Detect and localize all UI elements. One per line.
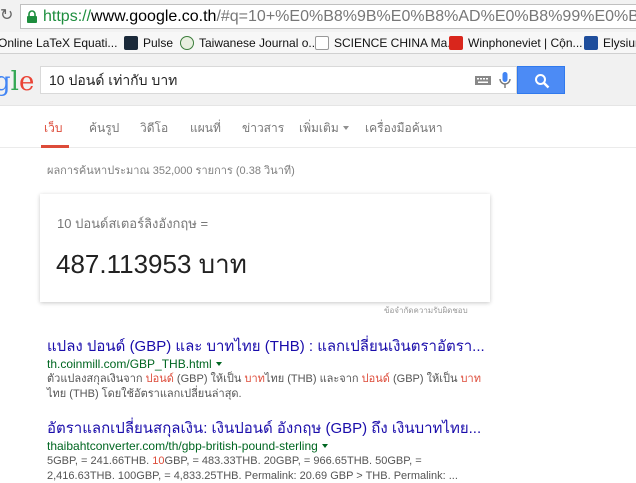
url-host: www.google.co.th — [91, 8, 217, 25]
chevron-down-icon[interactable] — [321, 444, 328, 448]
browser-page: ↻ https://www.google.co.th/#q=10+%E0%B8%… — [0, 0, 636, 483]
bookmark-label: Online LaTeX Equati... — [0, 36, 118, 50]
search-header: gle 10 ปอนด์ เท่ากับ บาท — [0, 54, 636, 106]
result-url-text: thaibahtconverter.com/th/gbp-british-pou… — [47, 439, 318, 453]
result-url-1[interactable]: th.coinmill.com/GBP_THB.html — [47, 357, 222, 371]
search-tabs: เว็บ ค้นรูป วิดีโอ แผนที่ ข่าวสาร เพิ่มเ… — [0, 106, 636, 148]
url-scheme: https:// — [43, 8, 92, 25]
tab-more[interactable]: เพิ่มเติม — [299, 120, 349, 136]
chevron-down-icon[interactable] — [215, 362, 222, 366]
result-snippet-2-line-2: 2,416.63THB. 100GBP, = 4,833.25THB. Perm… — [47, 470, 458, 482]
microphone-icon[interactable] — [499, 72, 511, 89]
result-title-2[interactable]: อัตราแลกเปลี่ยนสกุลเงิน: เงินปอนด์ อังกฤ… — [47, 420, 481, 438]
result-stats: ผลการค้นหาประมาณ 352,000 รายการ (0.38 วิ… — [47, 165, 295, 177]
bookmark-elysium[interactable]: Elysium — [584, 35, 636, 51]
converter-question: 10 ปอนด์สเตอร์ลิงอังกฤษ = — [57, 216, 209, 231]
keyboard-icon[interactable] — [475, 76, 491, 85]
bookmarks-bar: Online LaTeX Equati... Pulse Taiwanese J… — [0, 32, 636, 54]
document-icon — [315, 36, 329, 50]
pulse-icon — [124, 36, 138, 50]
tab-web[interactable]: เว็บ — [44, 120, 62, 136]
search-query[interactable]: 10 ปอนด์ เท่ากับ บาท — [49, 72, 177, 88]
search-button[interactable] — [517, 66, 565, 94]
result-url-text: th.coinmill.com/GBP_THB.html — [47, 357, 212, 371]
chevron-down-icon — [342, 126, 349, 130]
bookmark-science-china[interactable]: SCIENCE CHINA Ma... — [315, 35, 457, 51]
result-title-1[interactable]: แปลง ปอนด์ (GBP) และ บาทไทย (THB) : แลกเ… — [47, 338, 485, 356]
lock-icon — [27, 10, 37, 23]
bookmark-taiwanese-journal[interactable]: Taiwanese Journal o... — [180, 35, 318, 51]
search-icon — [535, 74, 550, 89]
result-snippet-1-line-1: ตัวแปลงสกุลเงินจาก ปอนด์ (GBP) ให้เป็น บ… — [47, 373, 481, 385]
tab-videos[interactable]: วิดีโอ — [140, 120, 168, 136]
bookmark-label: Elysium — [603, 36, 636, 50]
url-path: /#q=10+%E0%B8%9B%E0%B8%AD%E0%B8%99%E0%B8… — [216, 8, 636, 25]
tab-maps[interactable]: แผนที่ — [190, 120, 221, 136]
bookmark-label: Winphoneviet | Cộn... — [468, 36, 583, 50]
currency-converter-card: 10 ปอนด์สเตอร์ลิงอังกฤษ = 487.113953 บาท — [40, 194, 490, 302]
converter-answer: 487.113953 บาท — [56, 249, 247, 279]
bookmark-winphoneviet[interactable]: Winphoneviet | Cộn... — [449, 35, 583, 51]
tab-search-tools[interactable]: เครื่องมือค้นหา — [365, 120, 443, 136]
hd-icon — [584, 36, 598, 50]
result-url-2[interactable]: thaibahtconverter.com/th/gbp-british-pou… — [47, 439, 328, 453]
winphoneviet-icon — [449, 36, 463, 50]
bookmark-online-latex[interactable]: Online LaTeX Equati... — [0, 35, 117, 51]
bookmark-label: Taiwanese Journal o... — [199, 36, 319, 50]
disclaimer-link[interactable]: ข้อจำกัดความรับผิดชอบ — [384, 306, 468, 316]
search-input[interactable]: 10 ปอนด์ เท่ากับ บาท — [40, 66, 517, 94]
address-bar: ↻ https://www.google.co.th/#q=10+%E0%B8%… — [0, 0, 636, 32]
google-logo[interactable]: gle — [0, 68, 34, 96]
tab-news[interactable]: ข่าวสาร — [242, 120, 284, 136]
bookmark-label: SCIENCE CHINA Ma... — [334, 36, 458, 50]
omnibox[interactable]: https://www.google.co.th/#q=10+%E0%B8%9B… — [20, 4, 636, 29]
tab-more-label: เพิ่มเติม — [299, 121, 339, 135]
journal-icon — [180, 36, 194, 50]
active-tab-indicator — [41, 145, 69, 148]
tab-images[interactable]: ค้นรูป — [89, 120, 119, 136]
bookmark-label: Pulse — [143, 36, 174, 50]
reload-icon[interactable]: ↻ — [0, 8, 16, 24]
url-text[interactable]: https://www.google.co.th/#q=10+%E0%B8%9B… — [43, 7, 636, 27]
result-snippet-2-line-1: 5GBP, = 241.66THB. 10GBP, = 483.33THB. 2… — [47, 455, 422, 467]
bookmark-pulse[interactable]: Pulse — [124, 35, 173, 51]
result-snippet-1-line-2: ไทย (THB) โดยใช้อัตราแลกเปลี่ยนล่าสุด. — [47, 388, 242, 400]
